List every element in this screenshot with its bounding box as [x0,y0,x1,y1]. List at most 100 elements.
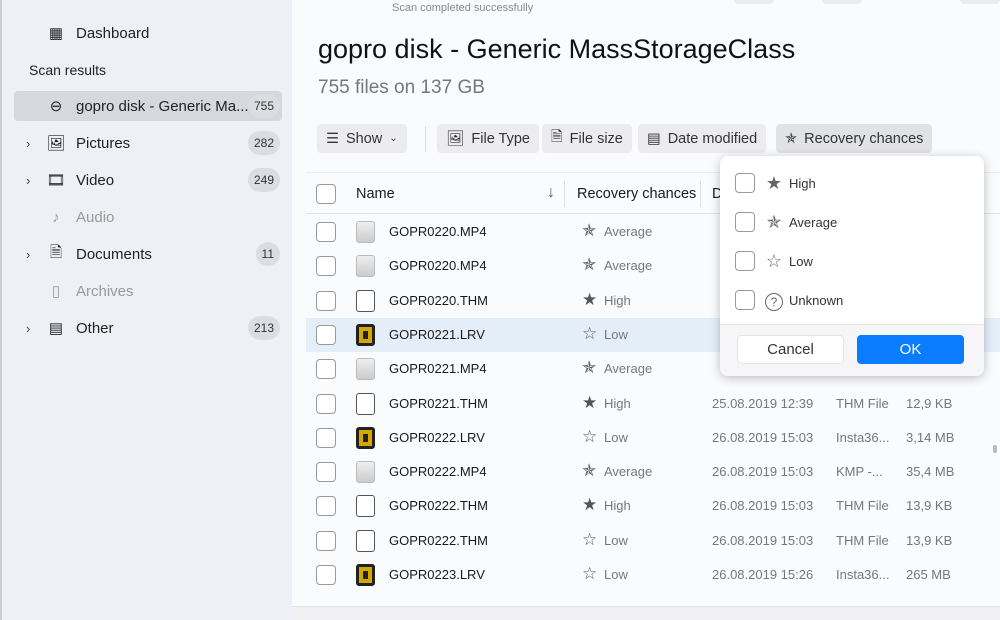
option-checkbox[interactable] [735,290,755,310]
chevron-right-icon[interactable]: › [26,136,30,151]
file-type: THM File [836,395,889,411]
star-empty-icon: ☆ [582,529,598,549]
divider [425,126,426,152]
recovery-chance: High [604,292,631,308]
star-empty-icon: ☆ [582,564,598,583]
select-all-checkbox[interactable] [316,184,336,204]
mp4-file-icon [356,461,375,484]
toolbar-button[interactable] [960,0,1000,4]
file-name: GOPR0222.LRV [389,429,485,445]
thm-file-icon [356,529,375,552]
recovery-chance: Average [604,464,653,480]
sidebar-item-gopro[interactable]: ⊖ gopro disk - Generic Ma... 755 [14,91,282,121]
sidebar-item-video[interactable]: › 🎞 Video 249 [14,165,282,195]
star-full-icon: ★ [582,495,598,515]
count-badge: 11 [255,242,280,266]
table-row[interactable]: GOPR0222.THM ★ High 26.08.2019 15:03 THM… [306,489,1000,523]
table-row[interactable]: GOPR0223.LRV ☆ Low 26.08.2019 15:26 Inst… [306,558,1000,592]
scrollbar[interactable] [993,445,997,453]
file-name: GOPR0223.LRV [389,567,485,582]
row-checkbox[interactable] [316,222,336,242]
show-dropdown[interactable]: ☰ Show ⌄ [317,124,407,153]
document-icon: 🗎 [49,243,63,261]
row-checkbox[interactable] [316,393,336,414]
file-type: THM File [836,498,889,514]
row-checkbox[interactable] [316,462,336,483]
column-recovery[interactable]: Recovery chances [577,186,696,202]
table-row[interactable]: GOPR0222.MP4 ✯ Average 26.08.2019 15:03 … [306,455,1000,489]
star-half-icon: ✯ [582,461,597,481]
row-checkbox[interactable] [316,496,336,517]
row-checkbox[interactable] [316,324,336,345]
cancel-button[interactable]: Cancel [737,335,844,364]
row-checkbox[interactable] [316,359,336,380]
thm-file-icon [356,495,375,518]
recovery-option-average[interactable]: ✯ Average [735,211,837,233]
file-name: GOPR0222.THM [389,532,488,548]
option-checkbox[interactable] [735,251,755,271]
option-checkbox[interactable] [735,212,755,232]
toolbar-button[interactable] [822,0,862,4]
date-modified: 26.08.2019 15:03 [712,498,814,514]
date-modified: 26.08.2019 15:26 [712,567,814,582]
star-full-icon: ★ [582,392,598,412]
file-name: GOPR0221.MP4 [389,361,487,377]
recovery-chance: Average [604,224,653,239]
sidebar-item-other[interactable]: › ▤ Other 213 [14,313,282,343]
ok-button[interactable]: OK [857,335,964,364]
row-checkbox[interactable] [316,565,336,585]
date-modified: 26.08.2019 15:03 [712,464,814,480]
recovery-option-unknown[interactable]: ? Unknown [735,289,843,311]
recovery-chances-filter[interactable]: ✯ Recovery chances [776,124,933,153]
star-half-icon: ✯ [766,211,782,232]
file-size: 3,14 MB [906,429,955,445]
sidebar-item-documents[interactable]: › 🗎 Documents 11 [14,239,282,269]
file-name: GOPR0220.MP4 [389,224,487,239]
bottom-bar [292,606,1000,620]
file-type-filter[interactable]: 🖼 File Type [437,124,539,153]
date-modified-filter[interactable]: ▤ Date modified [638,124,767,153]
star-empty-icon: ☆ [765,250,783,271]
sidebar-item-pictures[interactable]: › 🖼 Pictures 282 [14,128,282,158]
chevron-right-icon[interactable]: › [26,173,30,188]
grid-icon: ▦ [48,25,64,42]
row-checkbox[interactable] [316,256,336,277]
chevron-right-icon[interactable]: › [26,247,30,262]
recovery-filter-popup: ★ High ✯ Average ☆ Low ? Unknown Cancel OK [720,156,984,376]
mp4-file-icon [356,255,375,278]
row-checkbox[interactable] [316,290,336,311]
column-divider[interactable] [700,181,701,207]
sidebar-item-dashboard[interactable]: ▦ Dashboard [14,18,282,48]
file-type: Insta36... [836,429,890,445]
page-title: gopro disk - Generic MassStorageClass [318,34,796,64]
file-name: GOPR0221.LRV [389,326,485,342]
file-size: 12,9 KB [906,395,953,411]
row-checkbox[interactable] [316,427,336,448]
sort-arrow-icon: ↓ [547,184,555,201]
table-row[interactable]: GOPR0221.THM ★ High 25.08.2019 12:39 THM… [306,387,1000,421]
count-badge: 213 [247,316,280,340]
mp4-file-icon [356,358,375,381]
section-title: Scan results [29,62,107,78]
lrv-file-icon [356,426,375,449]
recovery-chance: High [604,395,631,411]
table-row[interactable]: GOPR0222.LRV ☆ Low 26.08.2019 15:03 Inst… [306,421,1000,455]
option-checkbox[interactable] [735,173,755,193]
recovery-chance: Low [604,429,628,445]
mp4-file-icon [356,221,375,243]
chevron-right-icon[interactable]: › [26,321,30,336]
star-full-icon: ★ [765,172,783,193]
status-text: Scan completed successfully [392,2,534,14]
file-size: 265 MB [906,567,951,582]
recovery-option-low[interactable]: ☆ Low [735,250,813,272]
file-size-filter[interactable]: 🗎 File size [542,124,632,153]
file-type: THM File [836,532,889,548]
recovery-option-high[interactable]: ★ High [735,172,816,194]
toolbar-button[interactable] [734,0,774,4]
column-name[interactable]: Name [356,186,395,202]
column-divider[interactable] [564,181,565,207]
row-checkbox[interactable] [316,530,336,551]
sliders-icon: ☰ [326,130,339,147]
table-row[interactable]: GOPR0222.THM ☆ Low 26.08.2019 15:03 THM … [306,524,1000,558]
date-modified: 26.08.2019 15:03 [712,429,814,445]
